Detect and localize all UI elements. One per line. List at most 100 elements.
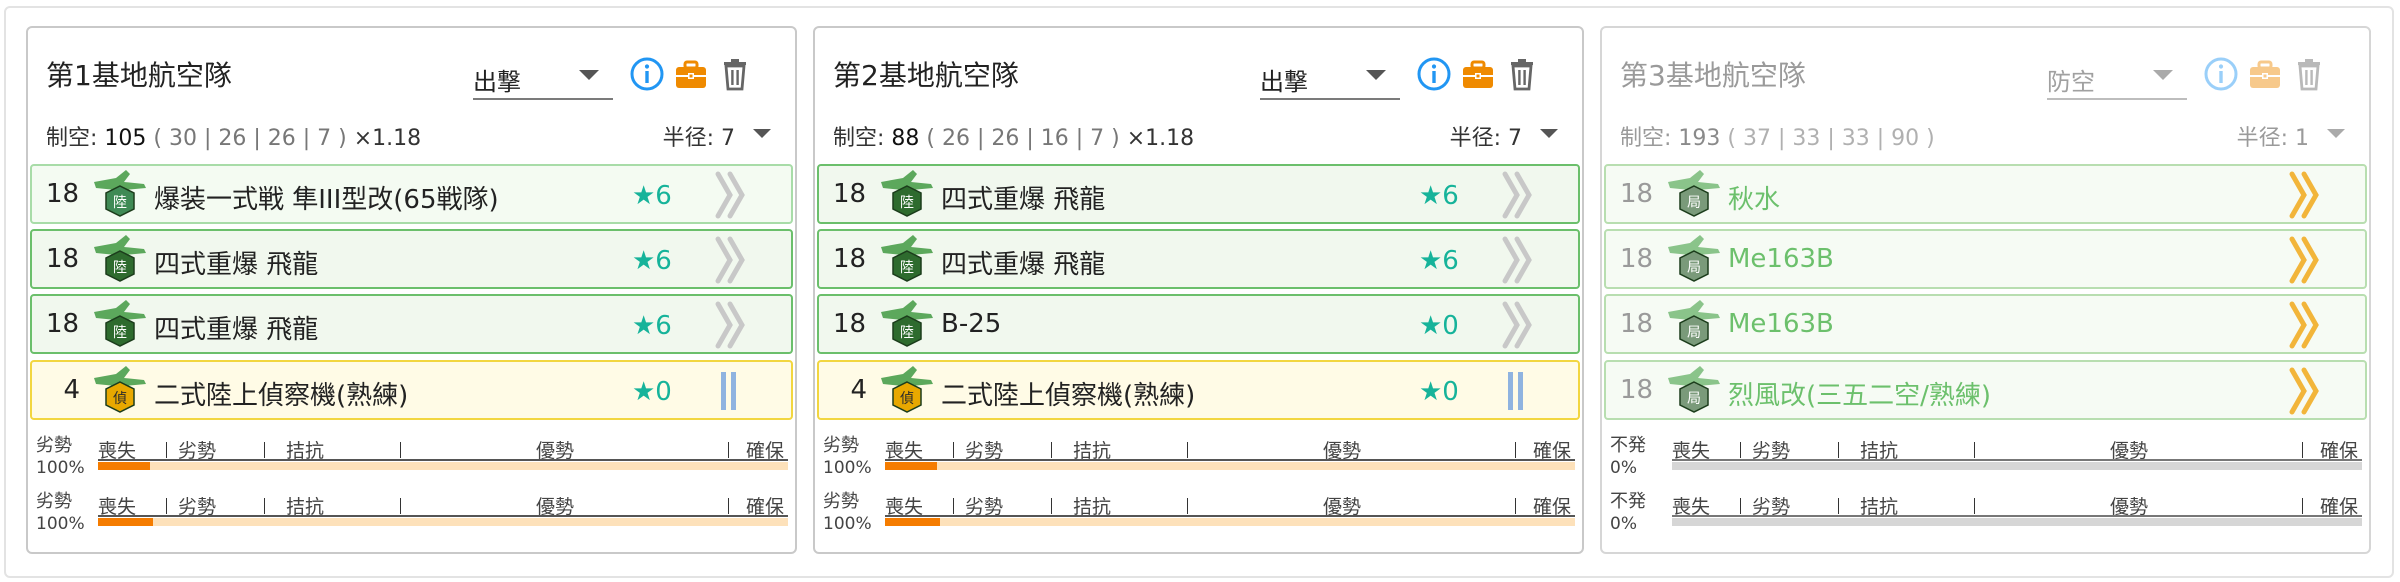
info-icon [630,57,664,91]
sortie-mode-value: 出撃 [473,68,521,96]
preset-button[interactable] [1459,55,1497,93]
air-state-fill [885,518,941,526]
aircraft-slot[interactable]: 18 陸 爆装一式戦 隼III型改(65戦隊) ★6 [30,164,793,224]
trash-icon [2298,59,2320,91]
air-state-divider [1515,498,1516,514]
info-button[interactable] [628,55,666,93]
aircraft-slot[interactable]: 4 偵 二式陸上偵察機(熟練) ★0 [30,360,793,420]
army-bomber-icon: 陸 [90,298,150,352]
svg-text:局: 局 [1687,391,1701,407]
aircraft-slot[interactable]: 18 陸 四式重爆 飛龍 ★6 [817,229,1580,289]
improvement-level: ★6 [632,311,672,341]
radius-select[interactable]: 半径: 1 [2201,118,2351,151]
air-state-bar: 劣勢 100% 喪失 劣勢 拮抗 優勢 確保 [36,492,791,534]
chevron-max-icon[interactable] [710,300,750,350]
air-state-percent: 0% [1610,458,1637,478]
chevron-gold-icon[interactable] [2284,170,2324,220]
air-state-result: 不発 [1610,435,1646,456]
radius-select[interactable]: 半径: 7 [1414,118,1564,151]
air-state-fill [98,518,154,526]
chevron-gold-icon[interactable] [2284,235,2324,285]
briefcase-icon [2250,60,2280,88]
info-button[interactable] [1415,55,1453,93]
radius-label: 半径: [662,126,714,151]
air-power-summary: 制空: 193 ( 37 | 33 | 33 | 90 ) [1620,120,1935,152]
double-bar-icon[interactable] [710,366,750,416]
preset-button[interactable] [672,55,710,93]
radius-value: 1 [2295,126,2309,151]
aircraft-slot[interactable]: 18 陸 四式重爆 飛龍 ★6 [817,164,1580,224]
improvement-level: ★6 [632,246,672,276]
air-state-track [885,518,1575,526]
info-button[interactable] [2202,55,2240,93]
chevron-max-icon[interactable] [710,235,750,285]
radius-label: 半径: [1449,126,1501,151]
army-bomber-icon: 陸 [877,233,937,287]
air-state-divider [728,498,729,514]
chevron-gold-icon[interactable] [2284,366,2324,416]
land-recon-icon: 偵 [90,364,150,418]
chevron-down-icon [753,129,771,138]
aircraft-slot[interactable]: 18 陸 四式重爆 飛龍 ★6 [30,229,793,289]
air-state-result: 劣勢 [823,491,859,512]
aircraft-slot[interactable]: 4 偵 二式陸上偵察機(熟練) ★0 [817,360,1580,420]
aircraft-name: 四式重爆 飛龍 [941,185,1106,215]
air-state-divider [1740,442,1741,458]
slot-count: 4 [63,375,80,405]
clear-button[interactable] [1503,55,1541,93]
air-state-divider [2302,498,2303,514]
chevron-gold-icon[interactable] [2284,300,2324,350]
air-corps-panel-3: 第3基地航空隊 防空 制空: 193 ( 37 | 33 | 33 | 90 )… [1600,26,2371,554]
aircraft-name: Me163B [1728,309,1834,339]
air-state-percent: 100% [36,514,85,534]
aircraft-slot[interactable]: 18 局 Me163B [1604,229,2367,289]
trash-icon [724,59,746,91]
preset-button[interactable] [2246,55,2284,93]
air-state-fill [885,462,937,470]
aircraft-name: B-25 [941,309,1002,339]
air-state-result: 劣勢 [36,435,72,456]
chevron-max-icon[interactable] [1497,170,1537,220]
aircraft-slot[interactable]: 18 陸 B-25 ★0 [817,294,1580,354]
sortie-mode-value: 防空 [2047,68,2095,96]
air-state-bar: 不発 0% 喪失 劣勢 拮抗 優勢 確保 [1610,435,2365,478]
interceptor-icon: 局 [1664,298,1724,352]
radius-select[interactable]: 半径: 7 [627,118,777,151]
slot-count: 18 [1620,375,1654,405]
double-bar-icon[interactable] [1497,366,1537,416]
sortie-mode-select[interactable]: 防空 [2047,58,2187,100]
chevron-down-icon [579,70,599,80]
air-state-bar: 不発 0% 喪失 劣勢 拮抗 優勢 確保 [1610,492,2365,534]
chevron-max-icon[interactable] [1497,300,1537,350]
slot-count: 4 [850,375,867,405]
air-power-multiplier: ×1.18 [1126,126,1195,151]
air-state-fill [98,462,150,470]
aircraft-slot[interactable]: 18 局 烈風改(三五二空/熟練) [1604,360,2367,420]
chevron-max-icon[interactable] [1497,235,1537,285]
air-power-value: 88 [891,126,920,151]
sortie-mode-select[interactable]: 出撃 [1260,58,1400,100]
air-state-divider [400,498,401,514]
clear-button[interactable] [716,55,754,93]
clear-button[interactable] [2290,55,2328,93]
air-state-track [98,518,788,526]
chevron-max-icon[interactable] [710,170,750,220]
air-power-summary: 制空: 105 ( 30 | 26 | 26 | 7 ) ×1.18 [46,120,421,152]
interceptor-icon: 局 [1664,168,1724,222]
improvement-level: ★6 [1419,181,1459,211]
air-power-value: 193 [1678,126,1721,151]
aircraft-slot[interactable]: 18 局 秋水 [1604,164,2367,224]
air-state-track [1672,518,2362,526]
air-state-divider [728,442,729,458]
air-state-baseline [885,515,1575,517]
aircraft-slot[interactable]: 18 陸 四式重爆 飛龍 ★6 [30,294,793,354]
aircraft-name: Me163B [1728,244,1834,274]
svg-text:陸: 陸 [113,195,127,211]
sortie-mode-select[interactable]: 出撃 [473,58,613,100]
aircraft-slot[interactable]: 18 局 Me163B [1604,294,2367,354]
improvement-level: ★0 [1419,377,1459,407]
air-state-baseline [1672,515,2362,517]
improvement-level: ★0 [632,377,672,407]
briefcase-icon [676,60,706,88]
air-state-divider [1051,498,1052,514]
